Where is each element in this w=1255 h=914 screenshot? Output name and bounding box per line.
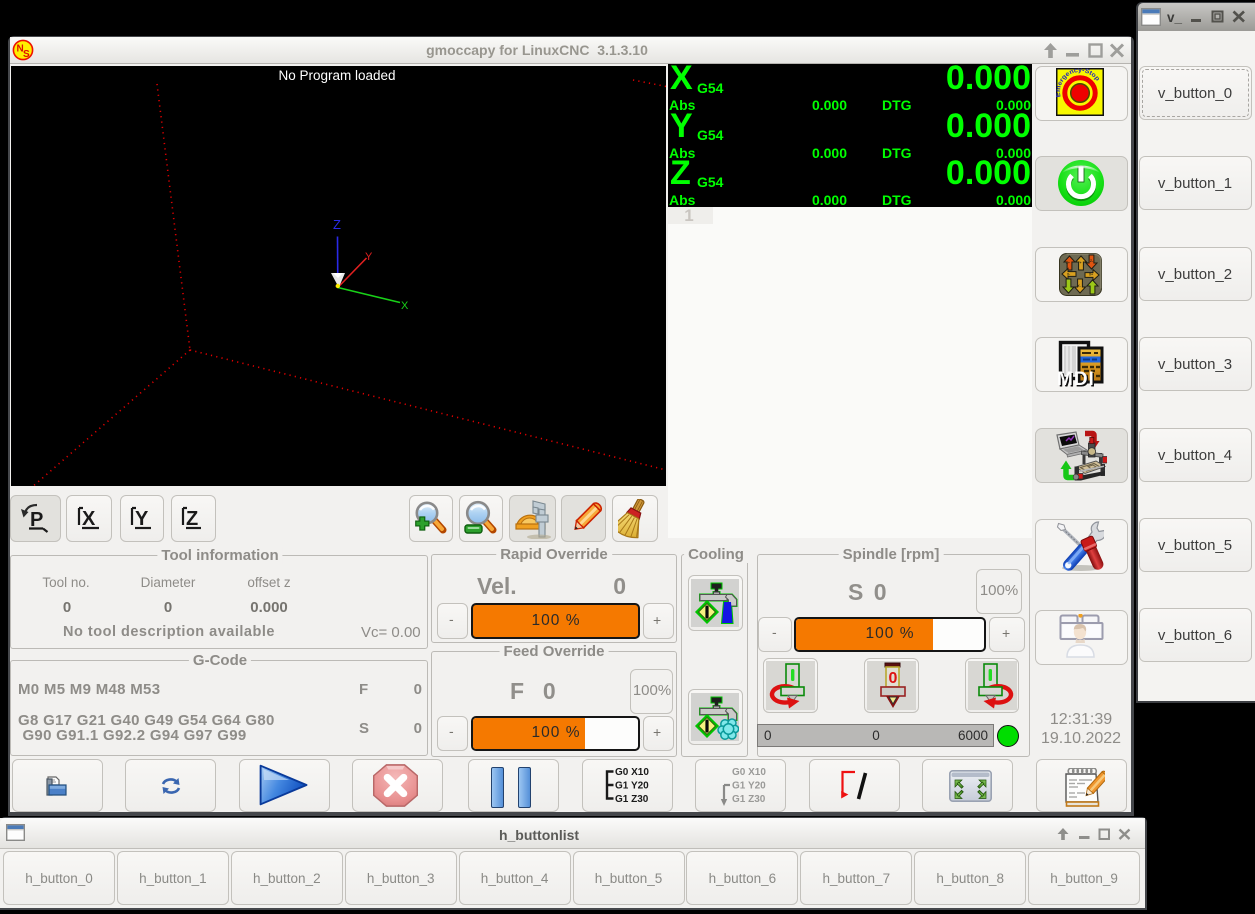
svg-text:X+: X+ bbox=[1089, 273, 1093, 277]
svg-text:Y+: Y+ bbox=[1078, 261, 1082, 265]
svg-text:Z-: Z- bbox=[1090, 259, 1093, 263]
svg-text:G1 Y20: G1 Y20 bbox=[615, 781, 649, 792]
svg-text:G0 X10: G0 X10 bbox=[732, 767, 766, 778]
svg-text:S: S bbox=[23, 49, 30, 60]
svg-text:0: 0 bbox=[889, 670, 898, 687]
svg-text:Z: Z bbox=[186, 508, 198, 530]
svg-text:G1 Z30: G1 Z30 bbox=[732, 794, 766, 805]
svg-text:Y: Y bbox=[135, 508, 149, 530]
svg-text:MDI: MDI bbox=[1057, 369, 1095, 388]
svg-text:Z: Z bbox=[333, 217, 341, 232]
svg-text:X: X bbox=[82, 508, 96, 530]
svg-text:Y: Y bbox=[365, 251, 373, 263]
svg-text:G0 X10: G0 X10 bbox=[615, 767, 649, 778]
svg-text:Z+: Z+ bbox=[1066, 261, 1070, 265]
svg-text:G1 Y20: G1 Y20 bbox=[732, 781, 766, 792]
svg-text:G1 Z30: G1 Z30 bbox=[615, 794, 649, 805]
svg-text:Y-: Y- bbox=[1078, 284, 1081, 288]
svg-text:X: X bbox=[401, 300, 409, 312]
svg-text:X-: X- bbox=[1067, 273, 1070, 277]
